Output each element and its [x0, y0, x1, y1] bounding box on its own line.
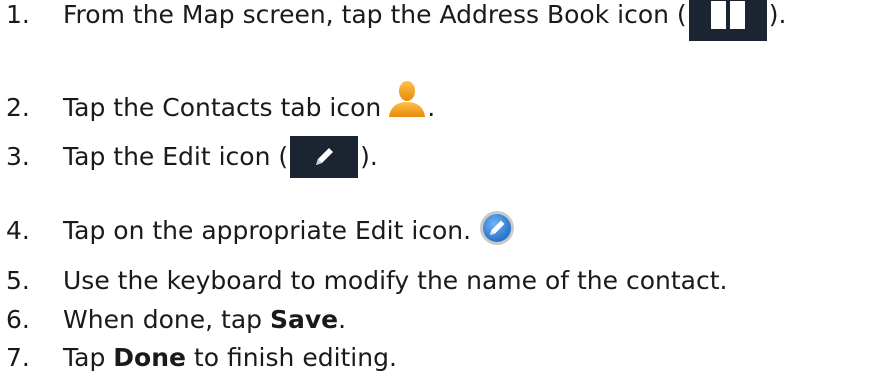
- step-text-before: From the Map screen, tap the Address Boo…: [63, 0, 687, 29]
- step-text: Use the keyboard to modify the name of t…: [63, 266, 727, 296]
- circle-pencil-icon: [479, 210, 515, 246]
- step-number: 2.: [6, 93, 30, 122]
- step-text: From the Map screen, tap the Address Boo…: [63, 0, 786, 41]
- step-number: 1.: [6, 0, 30, 29]
- step-text-after: to finish editing.: [185, 343, 397, 372]
- step-text: Tap the Contacts tab icon .: [63, 81, 436, 123]
- step-text-before: Tap on the appropriate Edit icon.: [63, 216, 472, 245]
- step-text-before: Tap the Contacts tab icon: [63, 93, 382, 122]
- step-text: Tap the Edit icon ( ).: [63, 136, 378, 178]
- step-number: 4.: [6, 216, 30, 245]
- step-text: Tap Done to finish editing.: [63, 343, 397, 373]
- step-number: 5.: [6, 266, 30, 295]
- step-text: When done, tap Save .: [63, 305, 346, 335]
- step-text-after: .: [427, 93, 436, 122]
- step-text-before: Use the keyboard to modify the name of t…: [63, 266, 728, 295]
- step-text-after: .: [338, 305, 347, 334]
- save-label: Save: [269, 305, 339, 334]
- contacts-person-icon: [387, 80, 427, 118]
- step-text: Tap on the appropriate Edit icon.: [63, 211, 515, 246]
- edit-pencil-icon: [290, 136, 359, 178]
- step-text-before: Tap the Edit icon (: [63, 142, 289, 171]
- step-number: 6.: [6, 305, 30, 334]
- step-text-before: When done, tap: [63, 305, 270, 334]
- step-text-after: ).: [768, 0, 787, 29]
- step-text-after: ).: [360, 142, 378, 171]
- step-text-before: Tap: [63, 343, 114, 372]
- address-book-icon: [688, 0, 767, 41]
- step-number: 3.: [6, 142, 30, 171]
- step-number: 7.: [6, 343, 30, 372]
- done-label: Done: [113, 343, 186, 372]
